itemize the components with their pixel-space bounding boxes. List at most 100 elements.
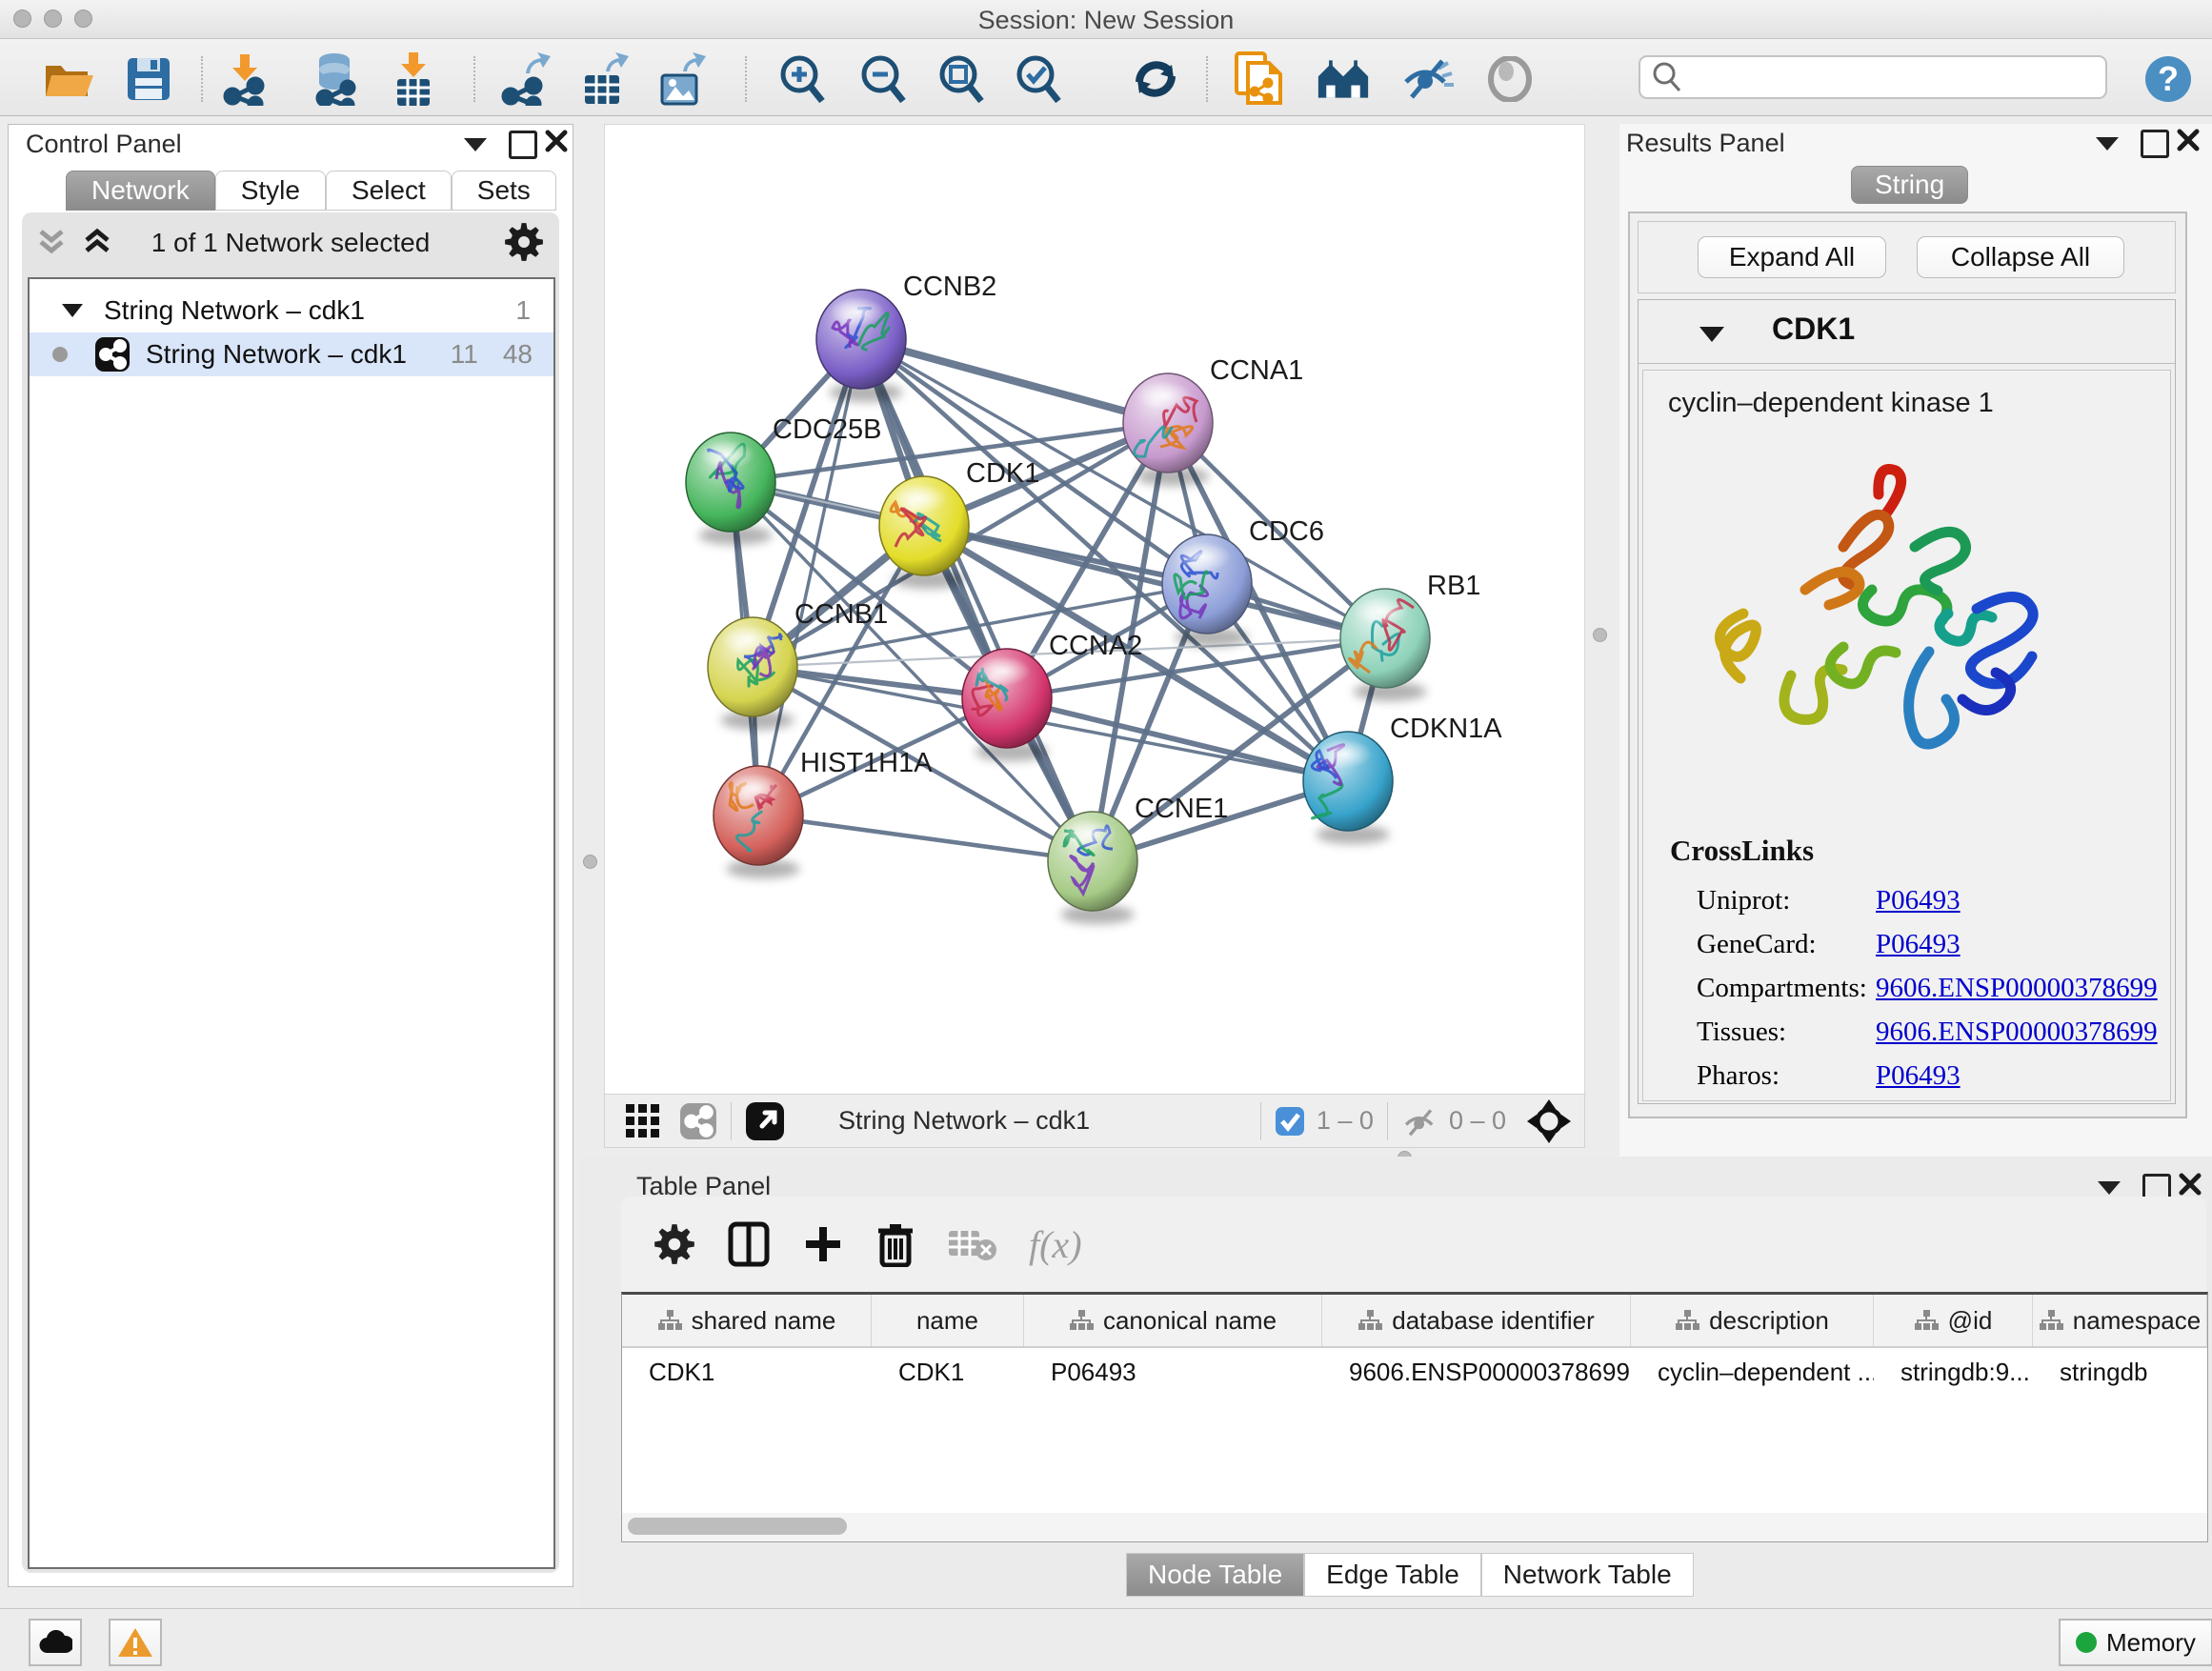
column-header-description[interactable]: description — [1631, 1295, 1874, 1346]
tab-network[interactable]: Network — [66, 171, 215, 211]
refresh-icon — [1130, 53, 1181, 105]
import-network-icon — [221, 52, 271, 106]
cloud-icon — [38, 1630, 72, 1655]
table-cell[interactable]: stringdb:9... — [1874, 1348, 2033, 1387]
export-table-button[interactable] — [578, 52, 632, 106]
tab-style[interactable]: Style — [215, 171, 326, 211]
search-input[interactable] — [1682, 63, 2086, 91]
network-edge[interactable] — [861, 339, 1093, 861]
crosslink-value-link[interactable]: 9606.ENSP00000378699 — [1876, 973, 2158, 1004]
column-header-name[interactable]: name — [872, 1295, 1024, 1346]
column-header-database-identifier[interactable]: database identifier — [1322, 1295, 1631, 1346]
tab-edge-table[interactable]: Edge Table — [1304, 1553, 1481, 1597]
expand-all-button[interactable]: Expand All — [1698, 236, 1886, 278]
clone-network-button[interactable] — [1232, 52, 1285, 106]
network-node-RB1[interactable]: RB1 — [1340, 571, 1480, 701]
network-edge[interactable] — [758, 815, 1093, 861]
table-cell[interactable]: 9606.ENSP00000378699 — [1322, 1348, 1631, 1387]
table-cell[interactable]: CDK1 — [622, 1348, 872, 1387]
results-panel-float-button[interactable] — [2096, 137, 2119, 155]
crosslink-label: Pharos: — [1697, 1060, 1780, 1092]
table-horizontal-scrollbar[interactable] — [621, 1513, 2208, 1542]
crosslink-value-link[interactable]: P06493 — [1876, 885, 1961, 916]
table-body: CDK1CDK1P064939606.ENSP00000378699cyclin… — [622, 1348, 2207, 1387]
table-tabs: Node TableEdge TableNetwork Table — [1126, 1553, 1694, 1597]
network-node-CDK1[interactable]: CDK1 — [879, 458, 1039, 589]
left-splitter-handle[interactable] — [583, 855, 597, 869]
network-share-icon — [94, 336, 131, 372]
column-header-namespace[interactable]: namespace — [2033, 1295, 2207, 1346]
cloud-button[interactable] — [29, 1619, 82, 1666]
network-canvas[interactable]: CCNB2CCNA1CDC25BCDK1CDC6RB1CCNB1CCNA2CDK… — [604, 124, 1585, 1096]
network-node-CCNE1[interactable]: CCNE1 — [1048, 794, 1228, 924]
tab-node-table[interactable]: Node Table — [1126, 1553, 1304, 1597]
show-hidden-button[interactable] — [1483, 52, 1537, 106]
column-header-shared-name[interactable]: shared name — [622, 1295, 872, 1346]
control-panel-title: Control Panel — [26, 130, 182, 159]
gene-section: CDK1 cyclin–dependent kinase 1 — [1638, 299, 2176, 1104]
memory-button[interactable]: Memory — [2059, 1619, 2212, 1666]
scrollbar-thumb[interactable] — [628, 1518, 847, 1535]
import-network-database-button[interactable] — [309, 52, 362, 106]
collapse-all-button[interactable]: Collapse All — [1917, 236, 2124, 278]
network-edge[interactable] — [758, 339, 861, 815]
column-header-canonical-name[interactable]: canonical name — [1024, 1295, 1322, 1346]
export-network-button[interactable] — [498, 52, 552, 106]
show-columns-button[interactable] — [728, 1221, 770, 1267]
gene-details: cyclin–dependent kinase 1 — [1642, 370, 2171, 1101]
delete-columns-button[interactable] — [876, 1221, 915, 1267]
grid-view-icon[interactable] — [626, 1104, 660, 1138]
open-session-button[interactable] — [42, 52, 95, 106]
table-cell[interactable]: P06493 — [1024, 1348, 1322, 1387]
import-table-button[interactable] — [387, 52, 440, 106]
network-status-dot — [52, 347, 68, 362]
warnings-button[interactable] — [109, 1619, 162, 1666]
tab-sets[interactable]: Sets — [452, 171, 556, 211]
export-image-button[interactable] — [655, 52, 709, 106]
tab-network-table[interactable]: Network Table — [1481, 1553, 1694, 1597]
table-cell[interactable]: cyclin–dependent ... — [1631, 1348, 1874, 1387]
help-button[interactable]: ? — [2142, 52, 2195, 106]
table-cell[interactable]: stringdb — [2033, 1348, 2207, 1387]
right-splitter-handle[interactable] — [1593, 628, 1607, 642]
collection-expand-caret[interactable] — [62, 304, 83, 317]
selected-checkbox-icon[interactable] — [1275, 1106, 1305, 1137]
network-options-button[interactable] — [504, 222, 544, 267]
network-node-HIST1H1A[interactable]: HIST1H1A — [714, 748, 933, 878]
open-view-icon[interactable] — [745, 1101, 785, 1141]
column-header--id[interactable]: @id — [1874, 1295, 2033, 1346]
import-network-file-button[interactable] — [219, 52, 272, 106]
network-node-CDC6[interactable]: CDC6 — [1162, 516, 1324, 647]
network-row-selected[interactable]: String Network – cdk1 11 48 — [30, 332, 553, 376]
tab-string[interactable]: String — [1851, 166, 1968, 204]
table-options-button[interactable] — [654, 1223, 695, 1265]
network-node-CCNB1[interactable]: CCNB1 — [708, 599, 888, 730]
network-view-share-icon[interactable] — [679, 1102, 717, 1140]
results-panel-maximize-button[interactable] — [2141, 130, 2169, 158]
network-collection-row[interactable]: String Network – cdk1 1 — [30, 289, 553, 332]
crosslink-value-link[interactable]: P06493 — [1876, 1060, 1961, 1092]
eye-icon — [1485, 56, 1535, 102]
section-collapse-caret[interactable] — [1699, 327, 1724, 342]
refresh-view-button[interactable] — [1129, 52, 1182, 106]
show-all-networks-button[interactable] — [1317, 52, 1370, 106]
tab-select[interactable]: Select — [326, 171, 452, 211]
zoom-out-button[interactable] — [856, 52, 910, 106]
zoom-selected-icon — [1013, 53, 1064, 105]
control-panel-float-button[interactable] — [464, 138, 487, 156]
control-panel-maximize-button[interactable] — [509, 131, 537, 159]
zoom-in-button[interactable] — [775, 52, 829, 106]
crosslink-value-link[interactable]: P06493 — [1876, 929, 1961, 960]
zoom-fit-button[interactable] — [935, 52, 988, 106]
network-node-CDKN1A[interactable]: CDKN1A — [1303, 714, 1502, 844]
control-panel-close-button[interactable] — [544, 129, 569, 158]
table-row[interactable]: CDK1CDK1P064939606.ENSP00000378699cyclin… — [622, 1348, 2207, 1387]
crosslink-value-link[interactable]: 9606.ENSP00000378699 — [1876, 1017, 2158, 1048]
results-panel-close-button[interactable] — [2176, 128, 2201, 157]
birdseye-navigator-icon[interactable] — [1527, 1099, 1571, 1143]
table-cell[interactable]: CDK1 — [872, 1348, 1024, 1387]
save-session-button[interactable] — [122, 52, 175, 106]
hide-selected-button[interactable] — [1400, 52, 1454, 106]
zoom-selected-button[interactable] — [1012, 52, 1065, 106]
create-column-button[interactable] — [802, 1223, 844, 1265]
